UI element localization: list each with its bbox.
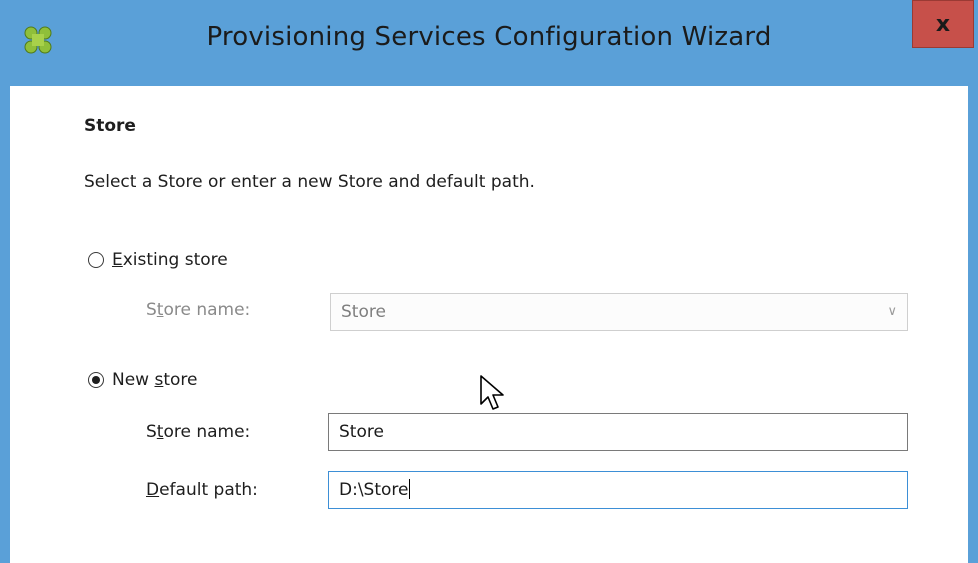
store-name-value: Store <box>339 422 384 442</box>
existing-store-name-value: Store <box>341 302 386 322</box>
title-bar[interactable]: Provisioning Services Configuration Wiza… <box>0 0 978 86</box>
mouse-pointer-icon <box>480 375 504 410</box>
existing-store-label: Existing store <box>112 250 228 270</box>
new-store-label: New store <box>112 370 198 390</box>
new-store-radio[interactable] <box>88 372 104 388</box>
new-store-option[interactable]: New store <box>88 370 198 390</box>
window-title: Provisioning Services Configuration Wiza… <box>206 22 772 52</box>
existing-store-radio[interactable] <box>88 252 104 268</box>
close-button[interactable]: x <box>912 0 974 48</box>
existing-store-option[interactable]: Existing store <box>88 250 228 270</box>
existing-store-name-dropdown[interactable]: Store ∨ <box>330 293 908 331</box>
default-path-label: Default path: <box>146 480 258 500</box>
text-caret <box>409 479 411 499</box>
wizard-window: Provisioning Services Configuration Wiza… <box>0 0 978 563</box>
wizard-content: Store Select a Store or enter a new Stor… <box>10 86 968 563</box>
page-description: Select a Store or enter a new Store and … <box>84 172 535 192</box>
existing-store-name-label: Store name: <box>146 300 251 320</box>
new-store-name-label: Store name: <box>146 422 251 442</box>
default-path-value: D:\Store <box>339 480 409 500</box>
page-title: Store <box>84 116 136 136</box>
chevron-down-icon[interactable]: ∨ <box>887 294 897 330</box>
default-path-input[interactable]: D:\Store <box>328 471 908 509</box>
store-name-input[interactable]: Store <box>328 413 908 451</box>
